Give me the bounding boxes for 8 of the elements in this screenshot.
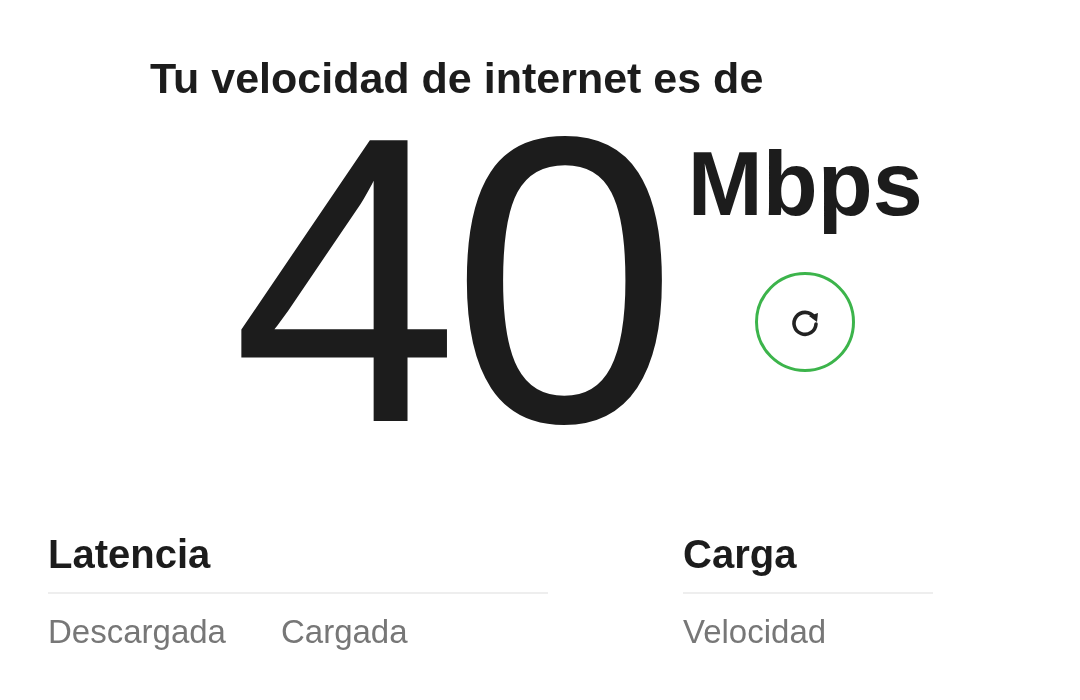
speed-value: 40 [232,130,670,430]
section-heading: Carga [683,530,933,594]
section-heading: Latencia [48,530,548,594]
speed-title: Tu velocidad de internet es de [150,53,765,104]
metric-label: Velocidad [683,612,827,652]
metric-label: Descargada [48,612,226,652]
metric-label: Cargada [280,612,408,652]
speed-unit: Mbps [687,134,923,234]
